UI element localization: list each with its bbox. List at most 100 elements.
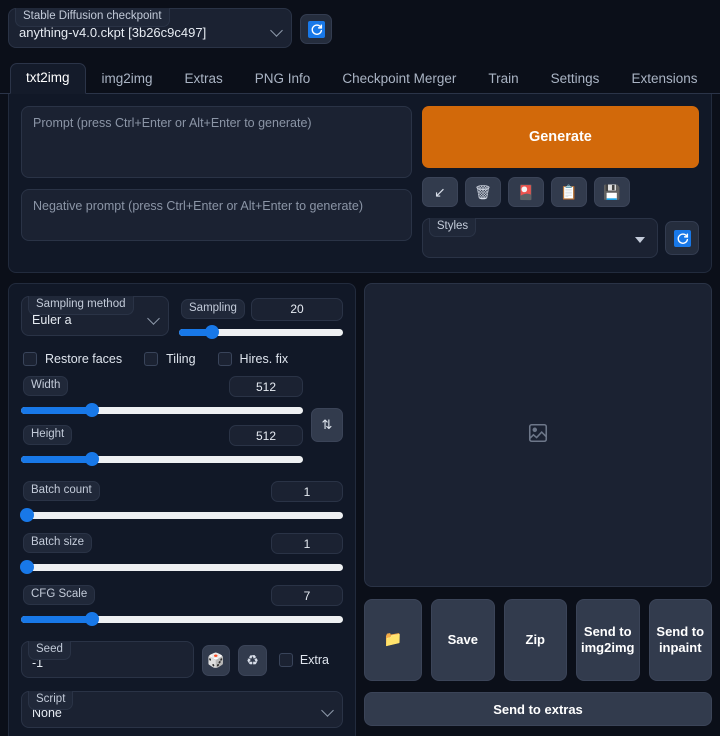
dimensions-row: Width 512 Height 512 ⇅ <box>21 376 343 466</box>
width-label: Width <box>23 376 69 397</box>
tab-train[interactable]: Train <box>472 65 534 94</box>
height-label: Height <box>23 425 73 446</box>
prompt-panel: Prompt (press Ctrl+Enter or Alt+Enter to… <box>8 94 712 273</box>
chevron-down-icon <box>147 312 160 325</box>
settings-panel: Sampling method Euler a Sampling 20 Rest… <box>8 283 356 736</box>
checkpoint-row: Stable Diffusion checkpoint anything-v4.… <box>0 0 720 48</box>
output-gallery[interactable] <box>364 283 712 587</box>
script-label: Script <box>28 691 74 711</box>
recycle-icon[interactable]: ♻ <box>238 645 267 676</box>
slider-thumb[interactable] <box>84 403 99 417</box>
batch-count-slider[interactable] <box>20 508 343 522</box>
width-control: Width 512 <box>21 376 303 417</box>
height-slider[interactable] <box>21 452 303 466</box>
slider-thumb[interactable] <box>84 452 99 466</box>
checkpoint-value: anything-v4.0.ckpt [3b26c9c497] <box>19 25 207 40</box>
arrow-down-left-icon[interactable]: ↙ <box>421 177 458 207</box>
batch-count-label: Batch count <box>23 481 100 502</box>
save-button[interactable]: Save <box>431 599 495 681</box>
generate-button[interactable]: Generate <box>421 106 699 168</box>
sampling-method-dropdown[interactable]: Sampling method Euler a <box>21 296 169 336</box>
main-tabs: txt2img img2img Extras PNG Info Checkpoi… <box>0 61 720 94</box>
chevron-down-icon <box>321 704 334 717</box>
batch-count-head: Batch count 1 <box>21 481 343 502</box>
hires-fix-checkbox[interactable] <box>217 352 232 366</box>
slider-thumb[interactable] <box>20 508 35 522</box>
prompt-tools-row: ↙ 🗑 🎴 📋 💾 <box>421 177 699 207</box>
batch-size-slider[interactable] <box>20 560 343 574</box>
extra-checkbox[interactable] <box>278 653 293 667</box>
width-value[interactable]: 512 <box>229 376 303 397</box>
slider-thumb[interactable] <box>20 560 35 574</box>
send-to-inpaint-button[interactable]: Send to inpaint <box>648 599 712 681</box>
chevron-down-icon <box>270 24 283 37</box>
slider-track <box>21 563 343 571</box>
send-to-img2img-button[interactable]: Send to img2img <box>576 599 640 681</box>
refresh-icon <box>673 229 691 247</box>
trash-icon[interactable]: 🗑 <box>464 177 501 207</box>
apply-style-card-icon[interactable]: 🎴 <box>507 177 544 207</box>
tab-png-info[interactable]: PNG Info <box>239 65 327 94</box>
prompt-column: Prompt (press Ctrl+Enter or Alt+Enter to… <box>21 106 412 258</box>
batch-count-control: Batch count 1 <box>20 481 343 522</box>
seed-input[interactable]: Seed -1 <box>21 641 194 678</box>
height-control: Height 512 <box>21 425 303 466</box>
tab-txt2img[interactable]: txt2img <box>10 62 86 94</box>
seed-label: Seed <box>28 641 71 661</box>
refresh-icon <box>307 20 325 38</box>
dice-icon[interactable]: 🎲 <box>201 645 231 676</box>
sampling-steps-slider[interactable] <box>179 325 343 339</box>
cfg-scale-head: CFG Scale 7 <box>21 585 343 606</box>
prompt-input[interactable]: Prompt (press Ctrl+Enter or Alt+Enter to… <box>21 106 412 178</box>
restore-faces-checkbox[interactable] <box>23 352 37 366</box>
toggles-row: Restore faces Tiling Hires. fix <box>23 352 343 366</box>
batch-size-head: Batch size 1 <box>21 533 343 554</box>
tiling-label: Tiling <box>166 352 196 366</box>
styles-label: Styles <box>428 218 477 238</box>
open-folder-button[interactable]: 📁 <box>364 599 422 681</box>
tab-checkpoint-merger[interactable]: Checkpoint Merger <box>326 65 472 94</box>
slider-thumb[interactable] <box>84 612 99 626</box>
send-to-extras-button[interactable]: Send to extras <box>364 692 712 726</box>
width-slider[interactable] <box>21 403 303 417</box>
image-placeholder-icon <box>527 422 549 449</box>
swap-dimensions-icon[interactable]: ⇅ <box>311 407 343 442</box>
extra-toggle: Extra <box>278 653 343 667</box>
zip-button[interactable]: Zip <box>503 599 567 681</box>
sampling-steps-value[interactable]: 20 <box>251 297 343 321</box>
height-value[interactable]: 512 <box>229 425 303 446</box>
negative-prompt-input[interactable]: Negative prompt (press Ctrl+Enter or Alt… <box>21 189 412 241</box>
width-head: Width 512 <box>21 376 303 397</box>
checkpoint-label: Stable Diffusion checkpoint <box>15 8 170 28</box>
slider-fill <box>21 406 92 414</box>
clipboard-icon[interactable]: 📋 <box>550 177 587 207</box>
tiling-checkbox[interactable] <box>144 352 159 366</box>
output-buttons-row: 📁 Save Zip Send to img2img Send to inpai… <box>364 599 712 681</box>
batch-size-value[interactable]: 1 <box>271 533 343 554</box>
tab-extensions[interactable]: Extensions <box>615 65 713 94</box>
tab-settings[interactable]: Settings <box>535 65 616 94</box>
tab-img2img[interactable]: img2img <box>86 65 169 94</box>
sampling-steps-label: Sampling <box>181 299 245 320</box>
cfg-scale-slider[interactable] <box>21 612 343 626</box>
script-dropdown[interactable]: Script None <box>21 691 343 728</box>
height-head: Height 512 <box>21 425 303 446</box>
stable-diffusion-webui: Stable Diffusion checkpoint anything-v4.… <box>0 0 720 736</box>
batch-size-label: Batch size <box>23 533 93 554</box>
sampling-steps-control: Sampling 20 <box>179 296 343 339</box>
dimensions-sliders: Width 512 Height 512 <box>21 376 303 466</box>
main-area: Sampling method Euler a Sampling 20 Rest… <box>0 273 720 736</box>
cfg-scale-control: CFG Scale 7 <box>21 585 343 626</box>
slider-thumb[interactable] <box>204 325 219 339</box>
slider-fill <box>21 615 92 623</box>
batch-count-value[interactable]: 1 <box>271 481 343 502</box>
styles-dropdown[interactable]: Styles <box>421 218 658 258</box>
seed-row: Seed -1 🎲 ♻ Extra <box>21 641 343 678</box>
refresh-checkpoints-button[interactable] <box>300 14 332 44</box>
cfg-scale-value[interactable]: 7 <box>271 585 343 606</box>
sampling-method-label: Sampling method <box>28 296 134 316</box>
tab-extras[interactable]: Extras <box>169 65 239 94</box>
refresh-styles-button[interactable] <box>665 221 699 255</box>
checkpoint-dropdown[interactable]: Stable Diffusion checkpoint anything-v4.… <box>8 8 292 48</box>
floppy-save-icon[interactable]: 💾 <box>593 177 630 207</box>
